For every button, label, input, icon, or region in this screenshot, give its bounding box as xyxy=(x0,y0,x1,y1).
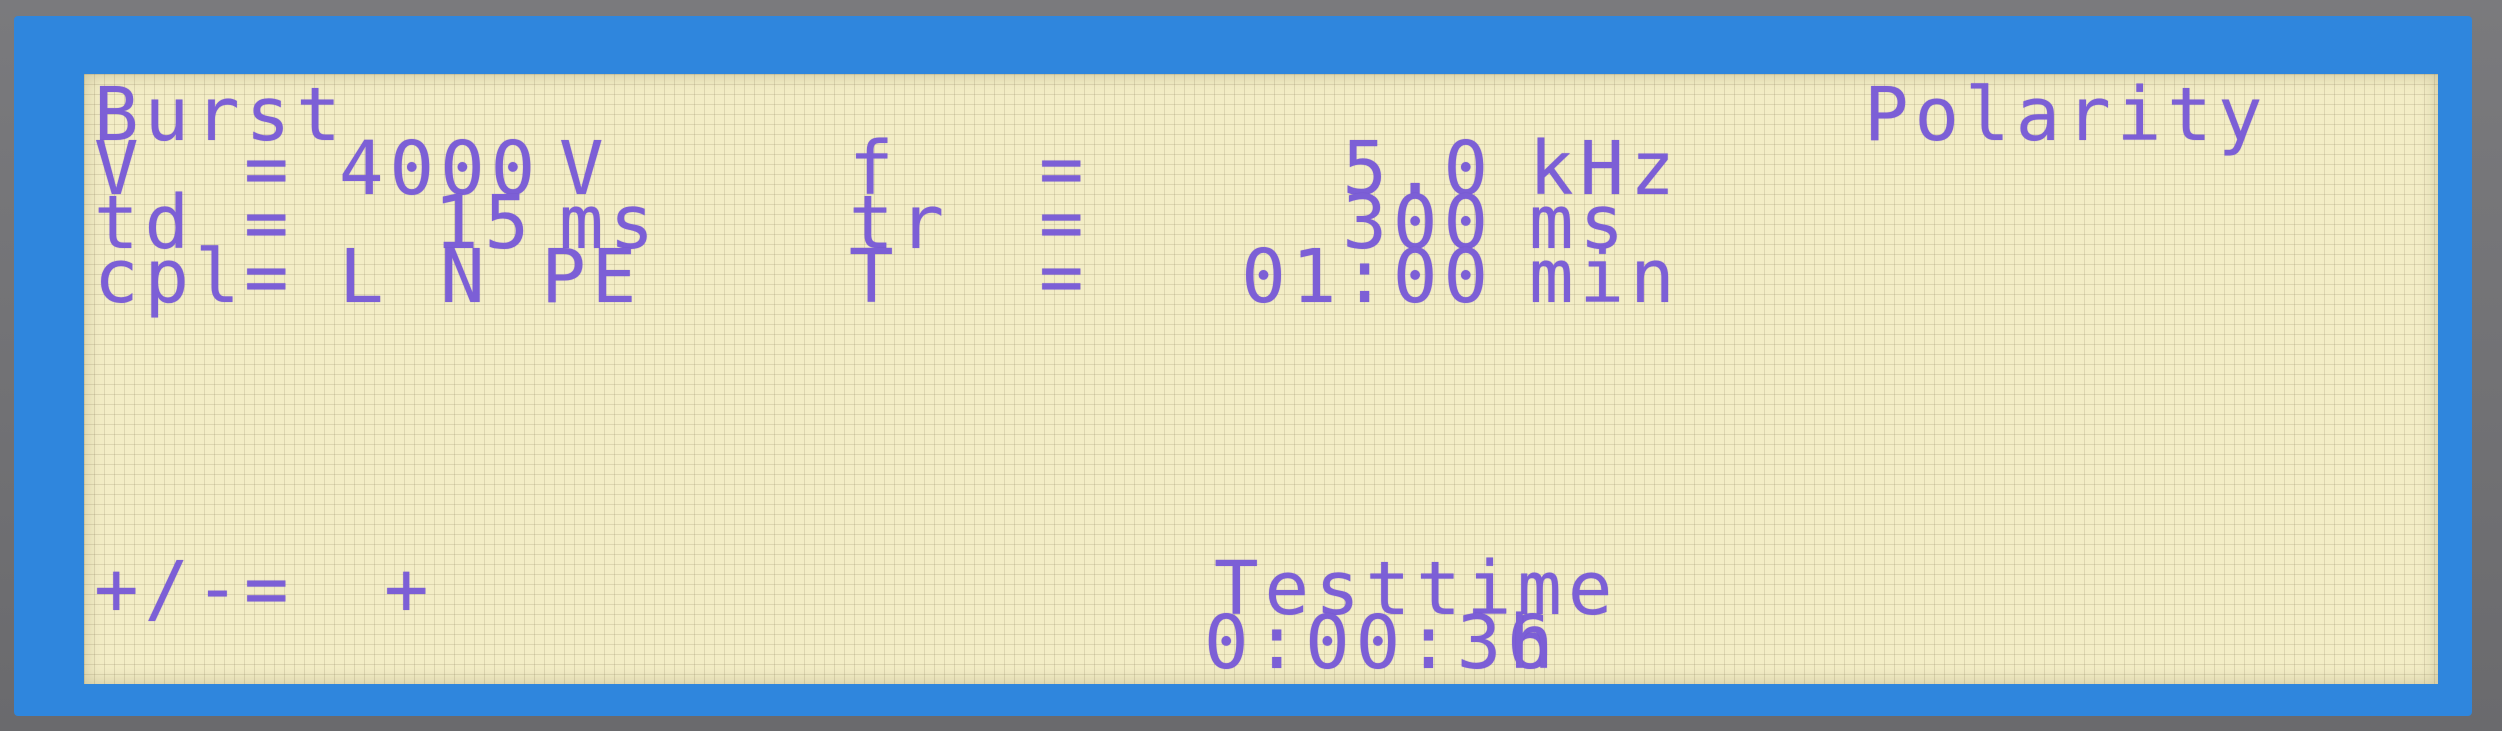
display-frame: Burst Polarity V = 4000 V td = 15 ms cpl… xyxy=(14,16,2472,716)
testtime-value: 0:00:36 xyxy=(1204,600,1558,686)
testtime-unit: h xyxy=(1509,600,1560,686)
param-t-unit: min xyxy=(1529,234,1681,320)
polarity-name: +/- xyxy=(94,546,246,632)
param-t-eq: = xyxy=(1039,234,1090,320)
polarity-eq: = xyxy=(244,546,295,632)
param-t-value: 01:00 xyxy=(1241,234,1494,320)
param-cpl-name: cpl xyxy=(94,234,246,320)
param-cpl-eq: = xyxy=(244,234,295,320)
polarity-label: Polarity xyxy=(1864,72,2269,158)
device-bezel: Burst Polarity V = 4000 V td = 15 ms cpl… xyxy=(0,0,2502,731)
lcd-screen: Burst Polarity V = 4000 V td = 15 ms cpl… xyxy=(84,74,2438,684)
polarity-value: + xyxy=(384,546,435,632)
param-cpl-value: L N PE xyxy=(339,234,643,320)
param-t-name: T xyxy=(849,234,900,320)
